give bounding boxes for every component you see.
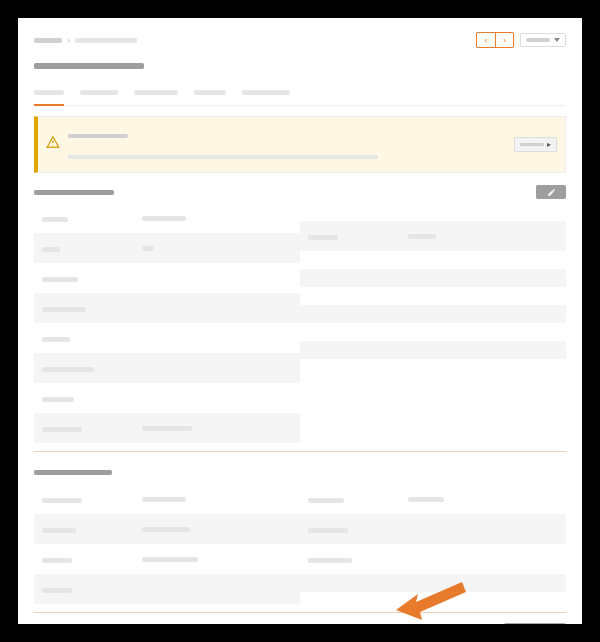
section1-header — [34, 185, 566, 199]
section2-left-col — [34, 484, 300, 604]
pager: ‹ › — [476, 32, 514, 48]
section2-heading — [34, 462, 566, 480]
next-button[interactable]: › — [495, 33, 513, 47]
items-header — [34, 623, 566, 624]
page-title — [34, 56, 566, 74]
chevron-right-icon: › — [67, 35, 70, 46]
section1-grid — [34, 203, 566, 443]
section1-heading — [34, 190, 114, 195]
edit-button[interactable] — [536, 185, 566, 199]
tab-4[interactable] — [194, 82, 226, 100]
breadcrumb-root[interactable] — [34, 38, 62, 43]
chevron-down-icon — [554, 38, 560, 42]
breadcrumb-current — [75, 38, 137, 43]
divider — [34, 451, 566, 452]
warning-action-button[interactable]: ▸ — [514, 137, 557, 152]
section2-grid — [34, 484, 566, 604]
tab-2[interactable] — [80, 82, 118, 100]
tab-1[interactable] — [34, 82, 64, 100]
prev-button[interactable]: ‹ — [477, 33, 495, 47]
top-row: › ‹ › — [34, 32, 566, 48]
section1-right-col — [300, 203, 566, 443]
dropdown-label — [526, 38, 550, 42]
page: › ‹ › — [18, 18, 582, 624]
section1-left-col — [34, 203, 300, 443]
warning-banner: ▸ — [34, 116, 566, 173]
tab-5[interactable] — [242, 82, 290, 100]
section2-right-col — [300, 484, 566, 604]
pager-wrap: ‹ › — [476, 32, 566, 48]
divider — [34, 612, 566, 613]
chevron-right-icon: ▸ — [547, 140, 551, 149]
warning-triangle-icon — [46, 135, 60, 154]
tabs — [34, 82, 566, 106]
actions-dropdown[interactable] — [520, 33, 566, 47]
items-action-button[interactable] — [504, 623, 566, 624]
breadcrumb: › — [34, 35, 137, 46]
pencil-icon — [547, 188, 556, 197]
tab-3[interactable] — [134, 82, 178, 100]
warning-text — [68, 125, 506, 164]
